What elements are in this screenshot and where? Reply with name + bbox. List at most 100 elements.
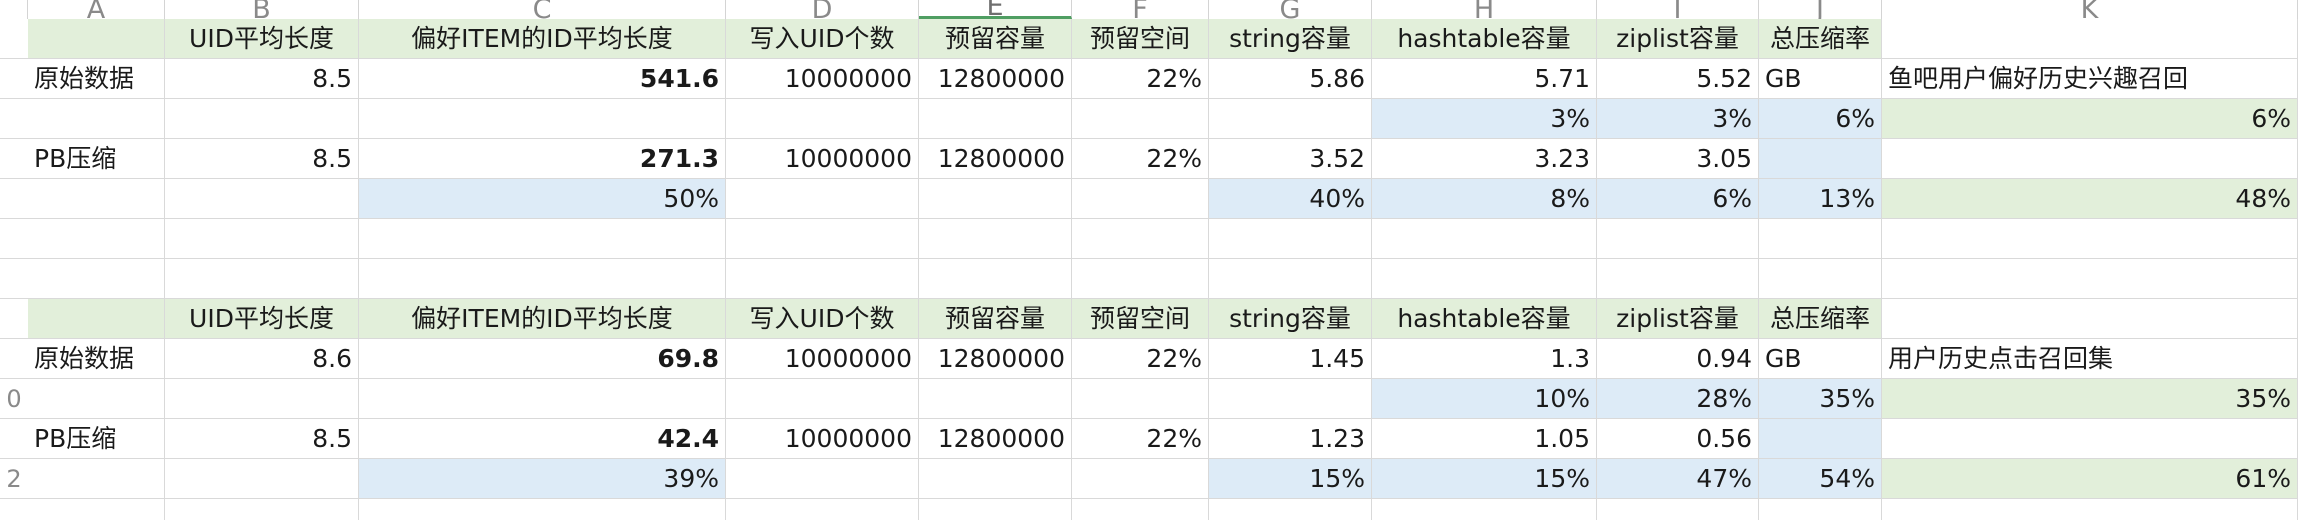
raw-value-b[interactable]: 8.6	[165, 339, 359, 379]
raw-value-g[interactable]: 1.45	[1209, 339, 1372, 379]
row-header[interactable]	[0, 19, 28, 59]
column-label-d[interactable]: 写入UID个数	[726, 299, 919, 339]
empty-cell[interactable]	[1209, 499, 1372, 520]
column-header-g[interactable]: G	[1209, 0, 1372, 19]
dataset-name[interactable]: 鱼吧用户偏好历史兴趣召回	[1882, 59, 2298, 99]
column-header-j[interactable]: J	[1759, 0, 1882, 19]
pb-value-e[interactable]: 12800000	[919, 139, 1072, 179]
raw-value-e[interactable]: 12800000	[919, 339, 1072, 379]
raw-pct-e[interactable]	[919, 99, 1072, 139]
empty-cell[interactable]	[1209, 259, 1372, 299]
raw-pct-d[interactable]	[726, 99, 919, 139]
raw-pct-d[interactable]	[726, 379, 919, 419]
pb-value-h[interactable]: 3.23	[1372, 139, 1597, 179]
empty-cell[interactable]	[28, 219, 165, 259]
pb-value-h[interactable]: 1.05	[1372, 419, 1597, 459]
row-header[interactable]	[0, 59, 28, 99]
row-header[interactable]	[0, 139, 28, 179]
pb-pct-a[interactable]	[28, 179, 165, 219]
column-label-g[interactable]: string容量	[1209, 19, 1372, 59]
empty-cell[interactable]	[919, 219, 1072, 259]
empty-cell[interactable]	[1597, 499, 1759, 520]
empty-cell[interactable]	[726, 219, 919, 259]
pb-pct-c[interactable]: 39%	[359, 459, 726, 499]
pb-value-b[interactable]: 8.5	[165, 419, 359, 459]
pb-pct-h[interactable]: 8%	[1372, 179, 1597, 219]
empty-cell[interactable]	[1209, 219, 1372, 259]
pb-pct-i[interactable]: 47%	[1597, 459, 1759, 499]
spreadsheet-grid[interactable]: A B C D E F G H I J K 0 2 UID平均长度 偏好ITEM的ID平均长度 写入UID个数…	[0, 0, 2298, 520]
column-label-i[interactable]: ziplist容量	[1597, 299, 1759, 339]
raw-pct-a[interactable]	[28, 99, 165, 139]
row-header[interactable]: 0	[0, 379, 28, 419]
pb-pct-h[interactable]: 15%	[1372, 459, 1597, 499]
empty-cell[interactable]	[919, 499, 1072, 520]
column-label-j[interactable]: 总压缩率	[1759, 19, 1882, 59]
column-label-c[interactable]: 偏好ITEM的ID平均长度	[359, 299, 726, 339]
row-label-raw[interactable]: 原始数据	[28, 59, 165, 99]
pb-pct-g[interactable]: 15%	[1209, 459, 1372, 499]
pb-value-e[interactable]: 12800000	[919, 419, 1072, 459]
raw-pct-b[interactable]	[165, 379, 359, 419]
pb-pct-i[interactable]: 6%	[1597, 179, 1759, 219]
total-ratio-raw[interactable]: 35%	[1882, 379, 2298, 419]
pb-value-f[interactable]: 22%	[1072, 139, 1209, 179]
column-label-k[interactable]	[1882, 19, 2298, 59]
raw-pct-e[interactable]	[919, 379, 1072, 419]
raw-value-d[interactable]: 10000000	[726, 339, 919, 379]
column-header-c[interactable]: C	[359, 0, 726, 19]
empty-cell[interactable]	[919, 259, 1072, 299]
raw-pct-g[interactable]	[1209, 379, 1372, 419]
select-all-corner[interactable]	[0, 0, 28, 19]
raw-pct-c[interactable]	[359, 99, 726, 139]
pb-value-k[interactable]	[1882, 139, 2298, 179]
empty-cell[interactable]	[165, 499, 359, 520]
raw-pct-a[interactable]	[28, 379, 165, 419]
empty-cell[interactable]	[1882, 259, 2298, 299]
pb-value-c[interactable]: 271.3	[359, 139, 726, 179]
pb-value-i[interactable]: 3.05	[1597, 139, 1759, 179]
pb-pct-f[interactable]	[1072, 179, 1209, 219]
total-ratio-raw[interactable]: 6%	[1882, 99, 2298, 139]
pb-value-g[interactable]: 1.23	[1209, 419, 1372, 459]
raw-pct-j[interactable]: 6%	[1759, 99, 1882, 139]
column-label-f[interactable]: 预留空间	[1072, 19, 1209, 59]
column-label-c[interactable]: 偏好ITEM的ID平均长度	[359, 19, 726, 59]
empty-cell[interactable]	[28, 259, 165, 299]
row-label-pb[interactable]: PB压缩	[28, 139, 165, 179]
empty-cell[interactable]	[165, 219, 359, 259]
column-header-e[interactable]: E	[919, 0, 1072, 19]
raw-value-h[interactable]: 5.71	[1372, 59, 1597, 99]
column-header-b[interactable]: B	[165, 0, 359, 19]
column-label-k[interactable]	[1882, 299, 2298, 339]
column-label-h[interactable]: hashtable容量	[1372, 19, 1597, 59]
column-label-h[interactable]: hashtable容量	[1372, 299, 1597, 339]
raw-value-b[interactable]: 8.5	[165, 59, 359, 99]
raw-value-f[interactable]: 22%	[1072, 59, 1209, 99]
raw-value-c[interactable]: 69.8	[359, 339, 726, 379]
row-label-raw[interactable]: 原始数据	[28, 339, 165, 379]
raw-pct-j[interactable]: 35%	[1759, 379, 1882, 419]
empty-cell[interactable]	[1597, 259, 1759, 299]
empty-cell[interactable]	[1759, 219, 1882, 259]
raw-pct-c[interactable]	[359, 379, 726, 419]
pb-value-k[interactable]	[1882, 419, 2298, 459]
pb-value-j[interactable]	[1759, 139, 1882, 179]
raw-value-f[interactable]: 22%	[1072, 339, 1209, 379]
raw-value-i[interactable]: 0.94	[1597, 339, 1759, 379]
pb-value-f[interactable]: 22%	[1072, 419, 1209, 459]
pb-value-j[interactable]	[1759, 419, 1882, 459]
raw-value-h[interactable]: 1.3	[1372, 339, 1597, 379]
pb-pct-j[interactable]: 54%	[1759, 459, 1882, 499]
pb-pct-j[interactable]: 13%	[1759, 179, 1882, 219]
pb-value-b[interactable]: 8.5	[165, 139, 359, 179]
column-header-a[interactable]: A	[28, 0, 165, 19]
raw-value-j[interactable]: GB	[1759, 59, 1882, 99]
row-header[interactable]	[0, 179, 28, 219]
pb-value-d[interactable]: 10000000	[726, 419, 919, 459]
empty-cell[interactable]	[165, 259, 359, 299]
column-label-a[interactable]	[28, 19, 165, 59]
row-header[interactable]	[0, 419, 28, 459]
raw-pct-g[interactable]	[1209, 99, 1372, 139]
pb-pct-a[interactable]	[28, 459, 165, 499]
